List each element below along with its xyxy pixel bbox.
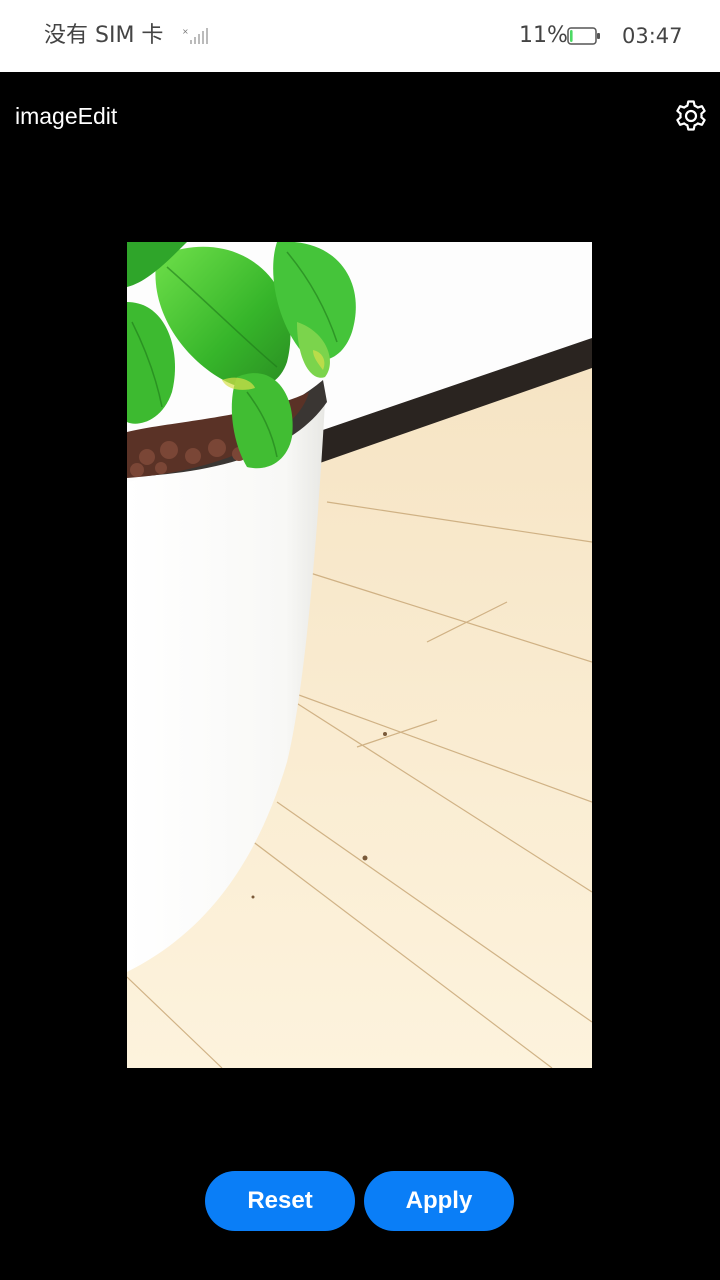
potted-plant-photo (127, 242, 592, 1068)
carrier-label: 没有 SIM 卡 (44, 23, 164, 48)
battery-percent: 11% (519, 23, 568, 48)
status-bar: 没有 SIM 卡 × 11% 03:47 (0, 0, 720, 72)
reset-button[interactable]: Reset (205, 1171, 355, 1231)
signal-bars-icon: × (182, 27, 208, 44)
battery-fill (570, 30, 573, 42)
edited-photo[interactable] (127, 242, 592, 1068)
apply-button[interactable]: Apply (364, 1171, 514, 1231)
clock: 03:47 (622, 24, 683, 48)
battery-icon (567, 27, 600, 45)
gear-icon[interactable] (674, 99, 708, 133)
app-title: imageEdit (15, 103, 118, 129)
svg-text:×: × (182, 27, 189, 36)
